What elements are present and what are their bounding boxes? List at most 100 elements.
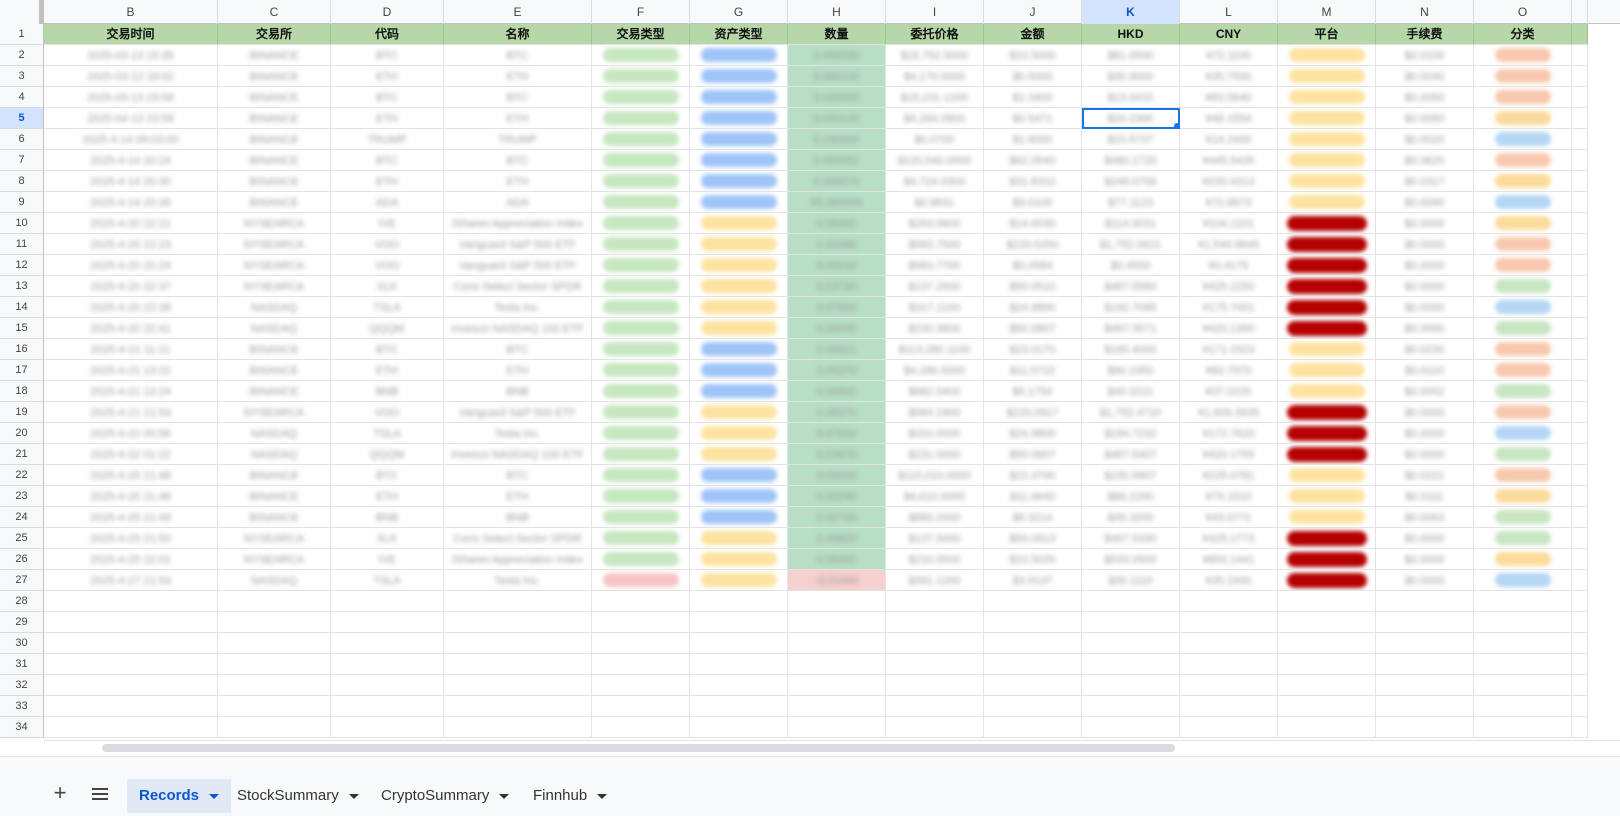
cell-fee[interactable]: $0.0100: [1376, 45, 1474, 66]
cell-qty[interactable]: 0.190000: [788, 129, 886, 150]
chevron-down-icon[interactable]: [597, 793, 608, 799]
cell-time[interactable]: 2025-4-22 00:56: [44, 423, 218, 444]
empty-cell[interactable]: [1572, 360, 1588, 381]
empty-cell[interactable]: [44, 696, 218, 717]
empty-cell[interactable]: [788, 654, 886, 675]
type-chip[interactable]: [602, 363, 679, 377]
cell-qty[interactable]: 0.33380: [788, 234, 886, 255]
empty-cell[interactable]: [1376, 591, 1474, 612]
asset-chip[interactable]: [700, 132, 777, 146]
cell-price[interactable]: $113,280.1100: [886, 339, 984, 360]
cell-cny[interactable]: ¥425.2250: [1180, 276, 1278, 297]
cell-exch[interactable]: NYSEARCA: [218, 255, 331, 276]
row-number[interactable]: 32: [0, 675, 44, 696]
header-cell[interactable]: HKD: [1082, 24, 1180, 45]
cell-exch[interactable]: BINANCE: [218, 465, 331, 486]
empty-cell[interactable]: [444, 591, 592, 612]
cell-fee[interactable]: $0.0052: [1376, 381, 1474, 402]
cell-code[interactable]: IVE: [331, 549, 444, 570]
type-chip[interactable]: [602, 174, 679, 188]
cell-hkd[interactable]: $13.0410: [1082, 87, 1180, 108]
cell-cat[interactable]: [1474, 45, 1572, 66]
cell-name[interactable]: BTC: [444, 150, 592, 171]
cell-price[interactable]: $583.7700: [886, 255, 984, 276]
cell-name[interactable]: Invesco NASDAQ 100 ETF: [444, 444, 592, 465]
empty-cell[interactable]: [1082, 675, 1180, 696]
cell-amount[interactable]: $1.9000: [984, 129, 1082, 150]
row-number[interactable]: 11: [0, 234, 44, 255]
cell-amount[interactable]: $11.0640: [984, 486, 1082, 507]
cell-exch[interactable]: BINANCE: [218, 486, 331, 507]
row-number[interactable]: 8: [0, 171, 44, 192]
cell-qty[interactable]: 0.05000: [788, 213, 886, 234]
cell-name[interactable]: iShares Appreciation Index: [444, 213, 592, 234]
cell-platform[interactable]: [1278, 486, 1376, 507]
cell-exch[interactable]: BINANCE: [218, 339, 331, 360]
cell-cny[interactable]: ¥43.0771: [1180, 507, 1278, 528]
cell-time[interactable]: 2025-4-25 22:01: [44, 549, 218, 570]
empty-cell[interactable]: [1572, 528, 1588, 549]
empty-cell[interactable]: [592, 675, 690, 696]
cell-time[interactable]: 2025-4-14 09:03:00: [44, 129, 218, 150]
asset-chip[interactable]: [700, 90, 777, 104]
cell-exch[interactable]: NYSEARCA: [218, 276, 331, 297]
empty-cell[interactable]: [1572, 402, 1588, 423]
cell-code[interactable]: QQQM: [331, 318, 444, 339]
empty-cell[interactable]: [788, 612, 886, 633]
asset-chip[interactable]: [700, 531, 777, 545]
cell-time[interactable]: 2025-4-21 13:22: [44, 360, 218, 381]
platform-chip[interactable]: [1286, 300, 1367, 315]
type-chip[interactable]: [602, 384, 679, 398]
empty-cell[interactable]: [1572, 66, 1588, 87]
empty-cell[interactable]: [984, 612, 1082, 633]
asset-chip[interactable]: [700, 405, 777, 419]
empty-cell[interactable]: [886, 696, 984, 717]
platform-chip[interactable]: [1288, 69, 1365, 83]
row-number[interactable]: 5: [0, 108, 44, 129]
empty-cell[interactable]: [1082, 591, 1180, 612]
empty-cell[interactable]: [1082, 633, 1180, 654]
select-all-corner[interactable]: [0, 0, 44, 24]
cell-name[interactable]: BNB: [444, 507, 592, 528]
platform-chip[interactable]: [1286, 237, 1367, 252]
cell-asset[interactable]: [690, 444, 788, 465]
empty-cell[interactable]: [886, 654, 984, 675]
cell-platform[interactable]: [1278, 381, 1376, 402]
empty-cell[interactable]: [1474, 675, 1572, 696]
empty-cell[interactable]: [1572, 570, 1588, 591]
empty-cell[interactable]: [690, 696, 788, 717]
asset-chip[interactable]: [700, 195, 777, 209]
type-chip[interactable]: [602, 573, 679, 587]
cat-chip[interactable]: [1494, 111, 1551, 125]
header-cell[interactable]: CNY: [1180, 24, 1278, 45]
empty-cell[interactable]: [592, 591, 690, 612]
cell-platform[interactable]: [1278, 108, 1376, 129]
cell-cat[interactable]: [1474, 192, 1572, 213]
cell-cat[interactable]: [1474, 381, 1572, 402]
column-header-b[interactable]: B: [44, 0, 218, 24]
empty-cell[interactable]: [984, 675, 1082, 696]
cell-type[interactable]: [592, 465, 690, 486]
cell-cny[interactable]: ¥14.2400: [1180, 129, 1278, 150]
empty-cell[interactable]: [444, 654, 592, 675]
cell-qty[interactable]: 0.40820: [788, 528, 886, 549]
platform-chip[interactable]: [1286, 447, 1367, 462]
chevron-down-icon[interactable]: [348, 793, 359, 799]
cell-cny[interactable]: ¥46.1554: [1180, 108, 1278, 129]
cell-time[interactable]: 2025-4-14 20:36: [44, 192, 218, 213]
type-chip[interactable]: [602, 447, 679, 461]
empty-cell[interactable]: [1278, 675, 1376, 696]
cell-cny[interactable]: ¥425.1773: [1180, 528, 1278, 549]
empty-cell[interactable]: [1474, 612, 1572, 633]
row-number[interactable]: 20: [0, 423, 44, 444]
cell-price[interactable]: $4,286.0000: [886, 360, 984, 381]
cell-asset[interactable]: [690, 549, 788, 570]
empty-cell[interactable]: [331, 654, 444, 675]
cell-time[interactable]: 2025-4-27 21:53: [44, 570, 218, 591]
cell-type[interactable]: [592, 87, 690, 108]
cell-fee[interactable]: $0.0050: [1376, 87, 1474, 108]
row-number[interactable]: 4: [0, 87, 44, 108]
cell-price[interactable]: $230.3600: [886, 318, 984, 339]
tab-finnhub[interactable]: Finnhub: [521, 779, 619, 813]
cat-chip[interactable]: [1494, 321, 1551, 335]
